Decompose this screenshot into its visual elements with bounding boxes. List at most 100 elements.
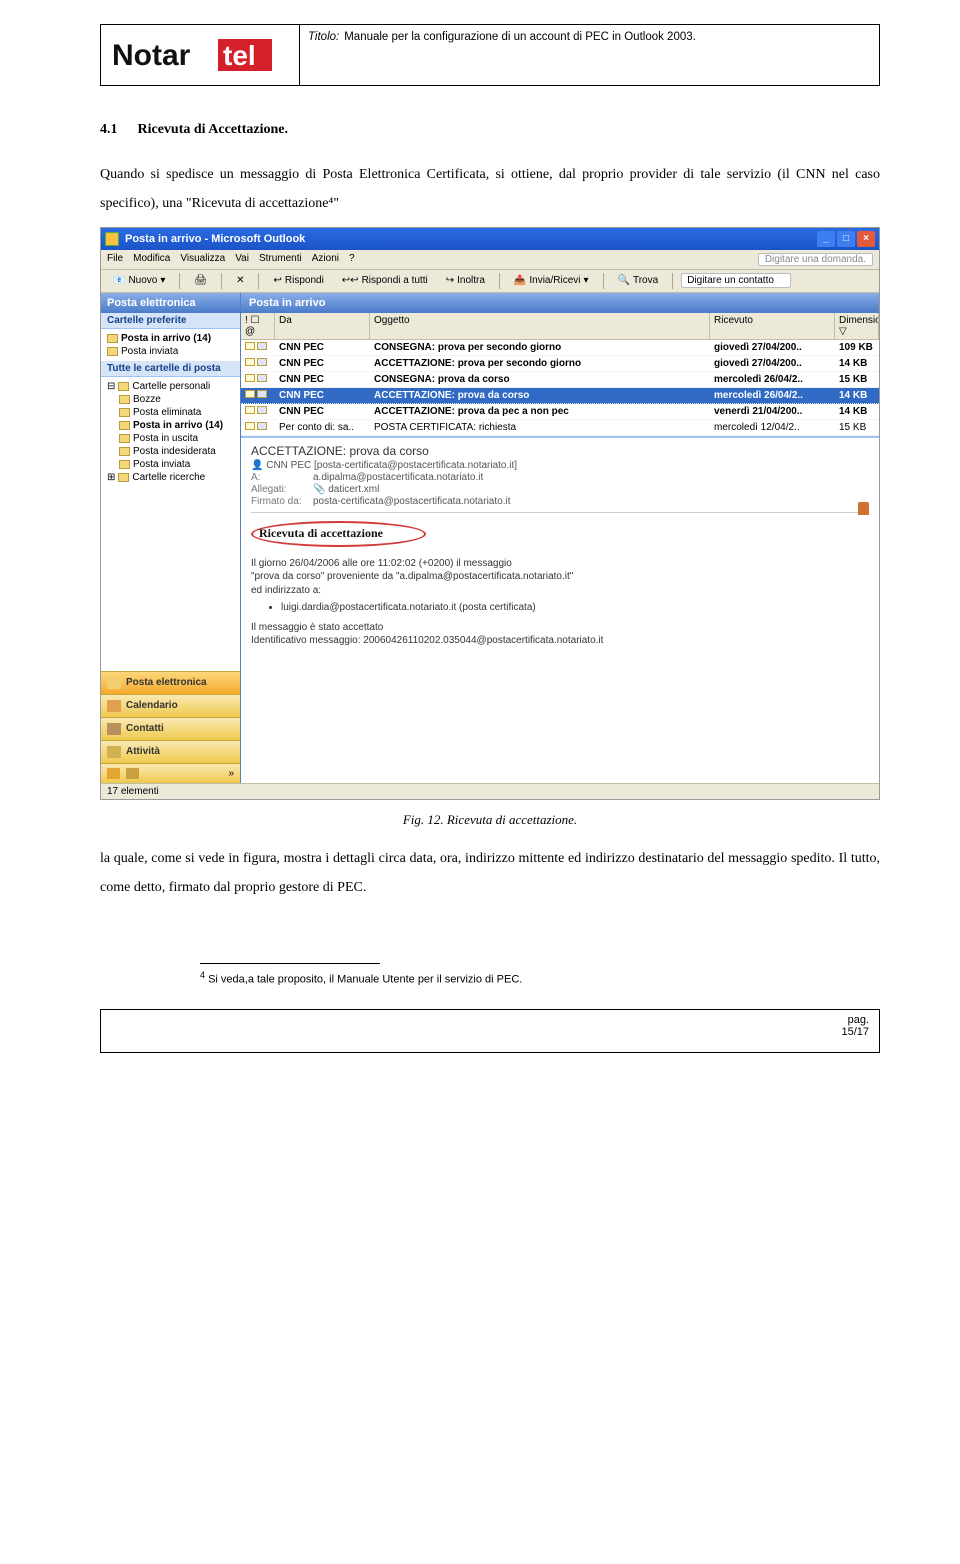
col-size[interactable]: Dimensione ▽ [835, 313, 879, 339]
rp-body2: "prova da corso" proveniente da "a.dipal… [251, 570, 869, 584]
folder-icon [107, 334, 118, 343]
print-icon[interactable]: 🖨 [188, 273, 213, 288]
forward-button[interactable]: ↪ Inoltra [440, 273, 491, 288]
menu-tools[interactable]: Strumenti [259, 253, 302, 266]
footnote-text: Si veda,a tale proposito, il Manuale Ute… [208, 973, 522, 985]
contact-input[interactable]: Digitare un contatto [681, 273, 791, 288]
footnote-marker: 4 [200, 970, 205, 980]
reply-button[interactable]: ↩ Rispondi [267, 273, 329, 288]
section-number: 4.1 [100, 122, 118, 138]
favorites-list: Posta in arrivo (14) Posta inviata [101, 329, 240, 361]
reply-all-button[interactable]: ↩↩ Rispondi a tutti [336, 273, 434, 288]
find-button[interactable]: 🔍 Trova [612, 273, 665, 288]
nav-buttons: Posta elettronica Calendario Contatti At… [101, 671, 240, 783]
col-icons[interactable]: ! ☐ @ [241, 313, 275, 339]
nav-btn-contacts[interactable]: Contatti [101, 717, 240, 740]
maximize-button[interactable]: □ [837, 231, 855, 247]
statusbar: 17 elementi [101, 783, 879, 799]
new-button[interactable]: 📧 Nuovo ▾ [107, 273, 171, 288]
nav-btn-mail[interactable]: Posta elettronica [101, 671, 240, 694]
nav-sent[interactable]: Posta inviata [103, 458, 238, 471]
nav-outbox[interactable]: Posta in uscita [103, 432, 238, 445]
col-from[interactable]: Da [275, 313, 370, 339]
folder-icon [119, 447, 130, 456]
grid-row[interactable]: CNN PECACCETTAZIONE: prova da pec a non … [241, 404, 879, 420]
folder-icon [119, 460, 130, 469]
rp-body4: Il messaggio è stato accettato [251, 621, 869, 635]
folder-icon [119, 395, 130, 404]
rp-to: A:a.dipalma@postacertificata.notariato.i… [251, 472, 869, 483]
nav-fav-inbox[interactable]: Posta in arrivo (14) [103, 332, 238, 345]
nav-inbox[interactable]: Posta in arrivo (14) [103, 419, 238, 432]
menubar: File Modifica Visualizza Vai Strumenti A… [101, 250, 879, 270]
nav-deleted[interactable]: Posta eliminata [103, 406, 238, 419]
nav-btn-tasks[interactable]: Attività [101, 740, 240, 763]
menu-help[interactable]: ? [349, 253, 355, 266]
nav-expand-icon[interactable]: » [228, 768, 234, 779]
folder-icon [118, 473, 129, 482]
grid-row[interactable]: Per conto di: sa..POSTA CERTIFICATA: ric… [241, 420, 879, 436]
delete-icon[interactable]: ✕ [230, 273, 250, 288]
close-button[interactable]: × [857, 231, 875, 247]
page-footer: pag. 15/17 [100, 1009, 880, 1053]
col-date[interactable]: Ricevuto [710, 313, 835, 339]
menu-go[interactable]: Vai [235, 253, 249, 266]
rp-bullet: luigi.dardia@postacertificata.notariato.… [281, 601, 869, 615]
window-titlebar: Posta in arrivo - Microsoft Outlook _ □ … [101, 228, 879, 250]
rp-divider [251, 512, 869, 513]
reading-pane: ACCETTAZIONE: prova da corso 👤 CNN PEC [… [241, 436, 879, 783]
rp-body5: Identificativo messaggio: 20060426110202… [251, 634, 869, 648]
nav-header: Posta elettronica [101, 293, 240, 313]
rp-body: Il giorno 26/04/2006 alle ore 11:02:02 (… [251, 557, 869, 648]
calendar-icon [107, 700, 121, 712]
app-icon [105, 232, 119, 246]
nav-drafts[interactable]: Bozze [103, 393, 238, 406]
nav-btn-calendar[interactable]: Calendario [101, 694, 240, 717]
title-label: Titolo: [308, 31, 339, 43]
grid-row[interactable]: CNN PECACCETTAZIONE: prova per secondo g… [241, 356, 879, 372]
signature-lock-icon [858, 502, 869, 515]
figure-caption: Fig. 12. Ricevuta di accettazione. [100, 812, 880, 828]
navigation-pane: Posta elettronica Cartelle preferite Pos… [101, 293, 241, 783]
rp-body3: ed indirizzato a: [251, 584, 869, 598]
rp-from: 👤 CNN PEC [posta-certificata@postacertif… [251, 460, 869, 471]
section-title: Ricevuta di Accettazione. [138, 122, 288, 138]
svg-text:Notar: Notar [112, 39, 191, 72]
grid-row[interactable]: CNN PECCONSEGNA: prova per secondo giorn… [241, 340, 879, 356]
notartel-logo: Notar tel [110, 35, 290, 75]
col-subject[interactable]: Oggetto [370, 313, 710, 339]
sendrecv-button[interactable]: 📤 Invia/Ricevi ▾ [508, 273, 595, 288]
menu-edit[interactable]: Modifica [133, 253, 170, 266]
nav-junk[interactable]: Posta indesiderata [103, 445, 238, 458]
window-title: Posta in arrivo - Microsoft Outlook [125, 233, 305, 245]
main-pane: Posta in arrivo ! ☐ @ Da Oggetto Ricevut… [241, 293, 879, 783]
folder-icon [107, 347, 118, 356]
footnote-rule [200, 963, 380, 964]
grid-row[interactable]: CNN PECCONSEGNA: prova da corsomercoledì… [241, 372, 879, 388]
menu-file[interactable]: File [107, 253, 123, 266]
menu-actions[interactable]: Azioni [312, 253, 339, 266]
logo: Notar tel [100, 24, 300, 86]
paragraph-intro: Quando si spedisce un messaggio di Posta… [100, 160, 880, 219]
grid-body: CNN PECCONSEGNA: prova per secondo giorn… [241, 340, 879, 436]
grid-row[interactable]: CNN PECACCETTAZIONE: prova da corsomerco… [241, 388, 879, 404]
help-search-input[interactable]: Digitare una domanda. [758, 253, 873, 266]
paragraph-after: la quale, come si vede in figura, mostra… [100, 844, 880, 903]
nav-search[interactable]: ⊞ Cartelle ricerche [103, 471, 238, 484]
allfolders-header: Tutte le cartelle di posta [101, 361, 240, 377]
menu-view[interactable]: Visualizza [180, 253, 225, 266]
shortcuts-icon[interactable] [126, 768, 139, 779]
nav-personal[interactable]: ⊟ Cartelle personali [103, 380, 238, 393]
footnote: 4 Si veda,a tale proposito, il Manuale U… [200, 970, 880, 986]
folder-icon [119, 421, 130, 430]
contacts-icon [107, 723, 121, 735]
notes-icon[interactable] [107, 768, 120, 779]
rp-subject: ACCETTAZIONE: prova da corso [251, 444, 869, 458]
folder-icon [119, 434, 130, 443]
section-heading: 4.1 Ricevuta di Accettazione. [100, 122, 880, 138]
minimize-button[interactable]: _ [817, 231, 835, 247]
nav-fav-sent[interactable]: Posta inviata [103, 345, 238, 358]
doc-header: Notar tel Titolo: Manuale per la configu… [100, 24, 880, 86]
folder-header: Posta in arrivo [241, 293, 879, 313]
mail-icon [107, 677, 121, 689]
